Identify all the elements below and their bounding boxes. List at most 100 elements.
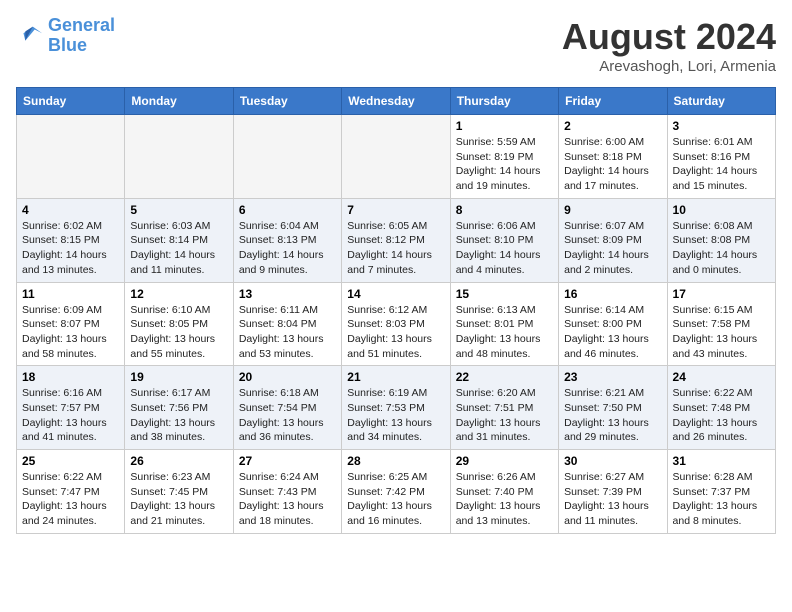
day-number: 27 — [239, 454, 336, 468]
cell-content: Sunrise: 6:09 AM Sunset: 8:07 PM Dayligh… — [22, 303, 119, 362]
calendar-cell: 7Sunrise: 6:05 AM Sunset: 8:12 PM Daylig… — [342, 198, 450, 282]
day-number: 16 — [564, 287, 661, 301]
header-sunday: Sunday — [17, 88, 125, 115]
cell-content: Sunrise: 6:11 AM Sunset: 8:04 PM Dayligh… — [239, 303, 336, 362]
day-number: 31 — [673, 454, 770, 468]
day-number: 1 — [456, 119, 553, 133]
day-number: 19 — [130, 370, 227, 384]
cell-content: Sunrise: 6:28 AM Sunset: 7:37 PM Dayligh… — [673, 470, 770, 529]
calendar-header-row: SundayMondayTuesdayWednesdayThursdayFrid… — [17, 88, 776, 115]
calendar-cell — [125, 115, 233, 199]
day-number: 15 — [456, 287, 553, 301]
cell-content: Sunrise: 6:24 AM Sunset: 7:43 PM Dayligh… — [239, 470, 336, 529]
day-number: 3 — [673, 119, 770, 133]
calendar-cell: 1 Sunrise: 5:59 AM Sunset: 8:19 PM Daylig… — [450, 115, 558, 199]
cell-content: Sunrise: 6:19 AM Sunset: 7:53 PM Dayligh… — [347, 386, 444, 445]
cell-content: Sunrise: 6:16 AM Sunset: 7:57 PM Dayligh… — [22, 386, 119, 445]
calendar-cell: 12Sunrise: 6:10 AM Sunset: 8:05 PM Dayli… — [125, 282, 233, 366]
cell-content: Sunrise: 6:22 AM Sunset: 7:48 PM Dayligh… — [673, 386, 770, 445]
calendar-cell: 20 Sunrise: 6:18 AM Sunset: 7:54 PM Dayli… — [233, 366, 341, 450]
cell-content: Sunrise: 6:08 AM Sunset: 8:08 PM Dayligh… — [673, 219, 770, 278]
cell-content: Sunrise: 5:59 AM Sunset: 8:19 PM Dayligh… — [456, 135, 553, 194]
calendar-cell — [233, 115, 341, 199]
day-number: 17 — [673, 287, 770, 301]
cell-content: Sunrise: 6:10 AM Sunset: 8:05 PM Dayligh… — [130, 303, 227, 362]
cell-content: Sunrise: 6:03 AM Sunset: 8:14 PM Dayligh… — [130, 219, 227, 278]
calendar-cell: 15 Sunrise: 6:13 AM Sunset: 8:01 PM Dayli… — [450, 282, 558, 366]
calendar-week-row: 11Sunrise: 6:09 AM Sunset: 8:07 PM Dayli… — [17, 282, 776, 366]
cell-content: Sunrise: 6:20 AM Sunset: 7:51 PM Dayligh… — [456, 386, 553, 445]
calendar-cell: 14 Sunrise: 6:12 AM Sunset: 8:03 PM Dayli… — [342, 282, 450, 366]
cell-content: Sunrise: 6:23 AM Sunset: 7:45 PM Dayligh… — [130, 470, 227, 529]
calendar-cell: 19 Sunrise: 6:17 AM Sunset: 7:56 PM Dayli… — [125, 366, 233, 450]
header-saturday: Saturday — [667, 88, 775, 115]
day-number: 30 — [564, 454, 661, 468]
calendar-cell: 11Sunrise: 6:09 AM Sunset: 8:07 PM Dayli… — [17, 282, 125, 366]
calendar-cell: 23Sunrise: 6:21 AM Sunset: 7:50 PM Dayli… — [559, 366, 667, 450]
logo-bird-icon — [16, 22, 44, 50]
logo-text: General Blue — [48, 16, 115, 56]
day-number: 28 — [347, 454, 444, 468]
cell-content: Sunrise: 6:27 AM Sunset: 7:39 PM Dayligh… — [564, 470, 661, 529]
calendar-cell: 28 Sunrise: 6:25 AM Sunset: 7:42 PM Dayli… — [342, 450, 450, 534]
cell-content: Sunrise: 6:26 AM Sunset: 7:40 PM Dayligh… — [456, 470, 553, 529]
calendar-cell: 22Sunrise: 6:20 AM Sunset: 7:51 PM Dayli… — [450, 366, 558, 450]
day-number: 8 — [456, 203, 553, 217]
calendar-cell: 6 Sunrise: 6:04 AM Sunset: 8:13 PM Daylig… — [233, 198, 341, 282]
calendar-cell: 2Sunrise: 6:00 AM Sunset: 8:18 PM Daylig… — [559, 115, 667, 199]
calendar-cell — [17, 115, 125, 199]
header-wednesday: Wednesday — [342, 88, 450, 115]
cell-content: Sunrise: 6:25 AM Sunset: 7:42 PM Dayligh… — [347, 470, 444, 529]
cell-content: Sunrise: 6:18 AM Sunset: 7:54 PM Dayligh… — [239, 386, 336, 445]
header-thursday: Thursday — [450, 88, 558, 115]
calendar-cell: 26 Sunrise: 6:23 AM Sunset: 7:45 PM Dayli… — [125, 450, 233, 534]
cell-content: Sunrise: 6:15 AM Sunset: 7:58 PM Dayligh… — [673, 303, 770, 362]
cell-content: Sunrise: 6:06 AM Sunset: 8:10 PM Dayligh… — [456, 219, 553, 278]
day-number: 20 — [239, 370, 336, 384]
calendar-cell: 31 Sunrise: 6:28 AM Sunset: 7:37 PM Dayli… — [667, 450, 775, 534]
calendar-week-row: 18 Sunrise: 6:16 AM Sunset: 7:57 PM Dayli… — [17, 366, 776, 450]
day-number: 9 — [564, 203, 661, 217]
cell-content: Sunrise: 6:05 AM Sunset: 8:12 PM Dayligh… — [347, 219, 444, 278]
calendar-week-row: 1 Sunrise: 5:59 AM Sunset: 8:19 PM Daylig… — [17, 115, 776, 199]
day-number: 4 — [22, 203, 119, 217]
day-number: 24 — [673, 370, 770, 384]
calendar-cell: 17 Sunrise: 6:15 AM Sunset: 7:58 PM Dayli… — [667, 282, 775, 366]
day-number: 2 — [564, 119, 661, 133]
cell-content: Sunrise: 6:07 AM Sunset: 8:09 PM Dayligh… — [564, 219, 661, 278]
cell-content: Sunrise: 6:22 AM Sunset: 7:47 PM Dayligh… — [22, 470, 119, 529]
calendar-cell: 16 Sunrise: 6:14 AM Sunset: 8:00 PM Dayli… — [559, 282, 667, 366]
cell-content: Sunrise: 6:21 AM Sunset: 7:50 PM Dayligh… — [564, 386, 661, 445]
calendar-cell: 27 Sunrise: 6:24 AM Sunset: 7:43 PM Dayli… — [233, 450, 341, 534]
day-number: 21 — [347, 370, 444, 384]
day-number: 26 — [130, 454, 227, 468]
day-number: 25 — [22, 454, 119, 468]
day-number: 18 — [22, 370, 119, 384]
location-subtitle: Arevashogh, Lori, Armenia — [562, 58, 776, 75]
page-header: General Blue August 2024 Arevashogh, Lor… — [16, 16, 776, 75]
cell-content: Sunrise: 6:17 AM Sunset: 7:56 PM Dayligh… — [130, 386, 227, 445]
month-title: August 2024 — [562, 16, 776, 58]
header-tuesday: Tuesday — [233, 88, 341, 115]
calendar-cell: 5 Sunrise: 6:03 AM Sunset: 8:14 PM Daylig… — [125, 198, 233, 282]
cell-content: Sunrise: 6:14 AM Sunset: 8:00 PM Dayligh… — [564, 303, 661, 362]
cell-content: Sunrise: 6:04 AM Sunset: 8:13 PM Dayligh… — [239, 219, 336, 278]
calendar-cell: 30 Sunrise: 6:27 AM Sunset: 7:39 PM Dayli… — [559, 450, 667, 534]
calendar-week-row: 25 Sunrise: 6:22 AM Sunset: 7:47 PM Dayli… — [17, 450, 776, 534]
calendar-week-row: 4Sunrise: 6:02 AM Sunset: 8:15 PM Daylig… — [17, 198, 776, 282]
calendar-cell: 29Sunrise: 6:26 AM Sunset: 7:40 PM Dayli… — [450, 450, 558, 534]
calendar-cell: 9 Sunrise: 6:07 AM Sunset: 8:09 PM Daylig… — [559, 198, 667, 282]
day-number: 10 — [673, 203, 770, 217]
header-monday: Monday — [125, 88, 233, 115]
cell-content: Sunrise: 6:13 AM Sunset: 8:01 PM Dayligh… — [456, 303, 553, 362]
day-number: 14 — [347, 287, 444, 301]
calendar-cell: 18 Sunrise: 6:16 AM Sunset: 7:57 PM Dayli… — [17, 366, 125, 450]
day-number: 5 — [130, 203, 227, 217]
cell-content: Sunrise: 6:12 AM Sunset: 8:03 PM Dayligh… — [347, 303, 444, 362]
day-number: 6 — [239, 203, 336, 217]
cell-content: Sunrise: 6:01 AM Sunset: 8:16 PM Dayligh… — [673, 135, 770, 194]
calendar-cell: 10 Sunrise: 6:08 AM Sunset: 8:08 PM Dayli… — [667, 198, 775, 282]
logo: General Blue — [16, 16, 115, 56]
calendar-cell: 21 Sunrise: 6:19 AM Sunset: 7:53 PM Dayli… — [342, 366, 450, 450]
header-friday: Friday — [559, 88, 667, 115]
